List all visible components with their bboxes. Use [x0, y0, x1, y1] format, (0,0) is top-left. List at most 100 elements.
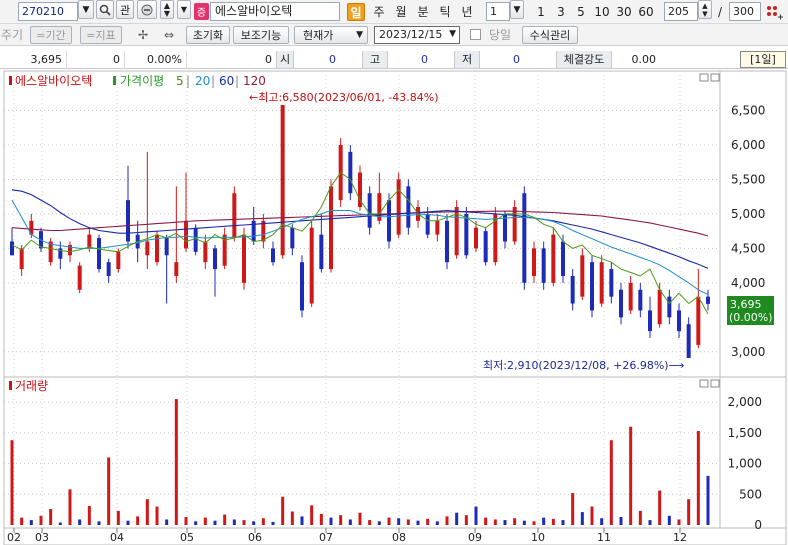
- low-label: 저: [454, 51, 480, 68]
- count-input[interactable]: 205: [664, 2, 698, 21]
- stock-code-value: 270210: [22, 5, 64, 18]
- volume-bar: [619, 517, 623, 525]
- interval-10-button[interactable]: 10: [592, 2, 612, 21]
- interval-60-button[interactable]: 60: [636, 2, 656, 21]
- interval-1-button[interactable]: 1: [533, 2, 549, 21]
- candle-body: [580, 255, 585, 297]
- legend-sep-2: |: [211, 74, 215, 88]
- volume-bar: [126, 520, 130, 525]
- max-count-field[interactable]: 300: [729, 2, 761, 21]
- volume-bar: [387, 517, 391, 525]
- period-minute-button[interactable]: 분: [414, 2, 432, 21]
- period-filter-label: =기간: [36, 29, 66, 42]
- unit-input[interactable]: 1: [486, 2, 510, 21]
- volume-bar: [687, 499, 691, 525]
- same-day-checkbox[interactable]: [470, 29, 481, 40]
- search-button[interactable]: [96, 0, 114, 19]
- volume-bar: [542, 517, 546, 525]
- interval-3-button[interactable]: 3: [553, 2, 569, 21]
- candle-body: [77, 265, 82, 290]
- volume-bar: [493, 519, 497, 525]
- indicator-button[interactable]: =지표: [80, 26, 122, 44]
- date-picker[interactable]: 2023/12/15 ▼: [374, 26, 460, 44]
- period-day-button[interactable]: 일: [347, 3, 365, 21]
- volume-bar: [194, 521, 198, 525]
- period-month-button[interactable]: 월: [392, 2, 410, 21]
- volume-panel-max-icon[interactable]: [699, 379, 709, 388]
- volume-bar: [667, 515, 671, 525]
- legend-swatch-ma: [113, 76, 116, 85]
- period-week-button[interactable]: 주: [370, 2, 388, 21]
- period-year-button[interactable]: 년: [458, 2, 476, 21]
- period-indicator-box[interactable]: [1일]: [740, 51, 786, 68]
- code-dropdown-button[interactable]: ▼: [78, 0, 94, 19]
- price-type-select[interactable]: 현재가 ▼: [294, 26, 368, 44]
- reset-label: 초기화: [192, 29, 224, 42]
- candle-body: [10, 241, 14, 256]
- price-panel-max-icon[interactable]: [699, 73, 709, 82]
- stock-name-field[interactable]: 에스알바이오텍: [210, 2, 340, 21]
- volume-bar: [184, 517, 188, 525]
- price-tick-label: 3,000: [731, 345, 765, 359]
- updown-button[interactable]: ▲ ▼: [160, 0, 174, 19]
- date-tick-label: 10: [531, 531, 545, 544]
- volume-panel-close-icon[interactable]: [710, 379, 720, 388]
- legend-sep-1: |: [186, 74, 190, 88]
- interval-60-label: 60: [638, 4, 654, 19]
- volume-bar: [107, 457, 111, 525]
- candle-body: [628, 282, 633, 311]
- link-button[interactable]: [137, 0, 157, 19]
- volume-bar: [677, 519, 681, 525]
- period-tick-button[interactable]: 틱: [436, 2, 454, 21]
- crosshair-icon[interactable]: ✢: [132, 25, 154, 44]
- volume-bar: [590, 506, 594, 525]
- volume-bar: [406, 519, 410, 525]
- count-separator: /: [717, 4, 723, 19]
- gwan-button[interactable]: 관: [116, 0, 134, 19]
- unit-dropdown-button[interactable]: ▼: [510, 0, 524, 19]
- formula-manage-button[interactable]: 수식관리: [522, 26, 578, 44]
- high-value: 0: [421, 53, 428, 66]
- candle-body: [638, 289, 643, 311]
- candle-body: [290, 227, 295, 249]
- interval-30-label: 30: [616, 4, 632, 19]
- candle-body: [367, 193, 372, 228]
- price-panel-close-icon[interactable]: [710, 73, 720, 82]
- volume-bar: [49, 509, 53, 525]
- chart-legend: 에스알바이오텍 가격이평 5 | 20 | 60 | 120: [9, 74, 266, 88]
- volume-bar: [290, 511, 294, 525]
- reset-button[interactable]: 초기화: [186, 26, 230, 44]
- period-filter-button[interactable]: =기간: [30, 26, 72, 44]
- price-change: 0: [66, 51, 124, 68]
- cycle-button[interactable]: 주기: [0, 25, 24, 44]
- interval-30-button[interactable]: 30: [614, 2, 634, 21]
- stock-code-input[interactable]: 270210: [18, 2, 78, 21]
- stock-chart[interactable]: 에스알바이오텍 가격이평 5 | 20 | 60 | 120 6,5006,00…: [0, 70, 788, 545]
- candle-body: [87, 234, 92, 249]
- change-rate: 0.00%: [124, 51, 186, 68]
- volume-bar: [87, 505, 91, 525]
- candle-body: [532, 248, 536, 276]
- move-icon[interactable]: ⇔: [158, 25, 180, 44]
- aux-function-button[interactable]: 보조기능: [233, 26, 289, 44]
- cycle-label: 주기: [0, 28, 24, 42]
- volume-bar: [551, 518, 555, 525]
- stock-name-value: 에스알바이오텍: [215, 4, 293, 18]
- volume-bar: [484, 517, 488, 525]
- legend-ma5: 5: [176, 74, 184, 88]
- candle-body: [126, 200, 130, 242]
- calendar-dropdown-icon: ▼: [449, 29, 456, 39]
- aux-function-label: 보조기능: [240, 29, 282, 42]
- volume-bar: [397, 518, 401, 525]
- volume-bar: [136, 516, 140, 525]
- volume-bar: [165, 519, 169, 525]
- prev-stock-button[interactable]: ▼: [177, 0, 191, 19]
- candle-body: [309, 227, 314, 304]
- candle-body: [512, 207, 517, 242]
- interval-5-button[interactable]: 5: [573, 2, 589, 21]
- candle-body: [551, 234, 556, 283]
- formula-manage-label: 수식관리: [529, 29, 571, 42]
- settings-icon[interactable]: [764, 3, 784, 21]
- period-week-label: 주: [373, 5, 385, 19]
- count-spinner[interactable]: ▲ ▼: [698, 0, 712, 19]
